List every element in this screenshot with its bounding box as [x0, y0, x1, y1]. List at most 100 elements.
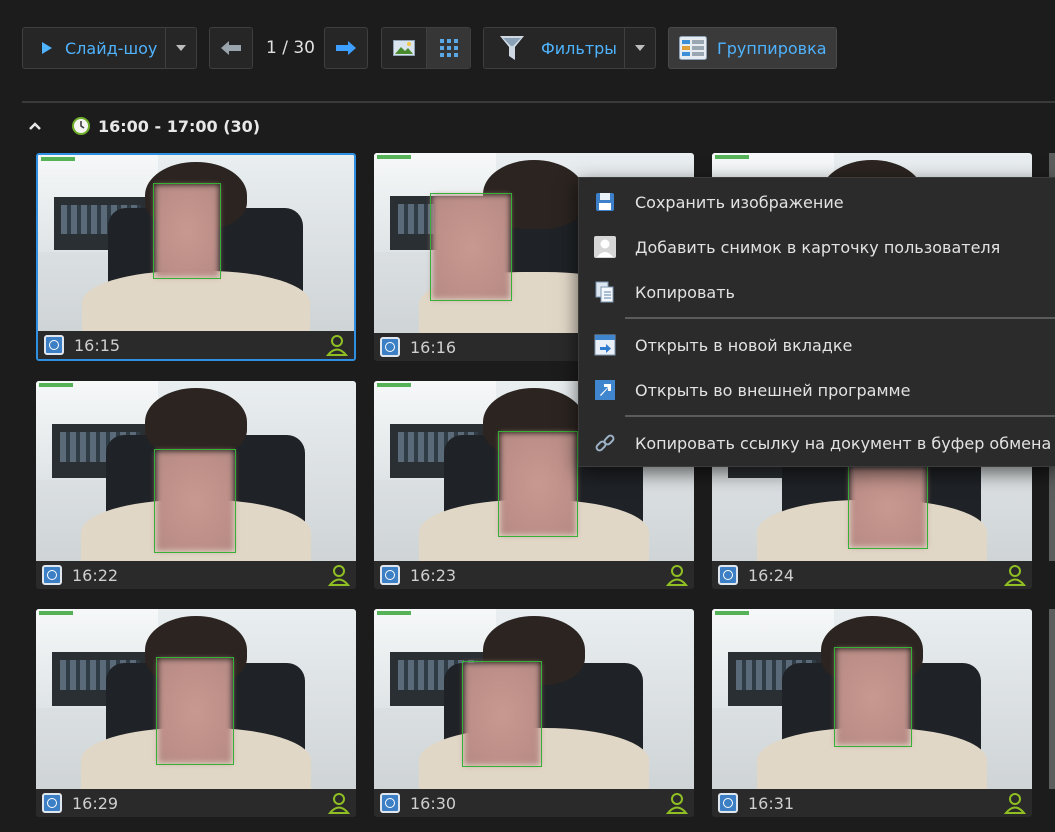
- face-detection-box: [154, 449, 236, 553]
- group-label: 16:00 - 17:00 (30): [98, 116, 261, 136]
- clock-icon: [718, 793, 738, 813]
- chevron-down-icon: [176, 45, 186, 51]
- face-detection-box: [156, 657, 234, 765]
- thumbnail-time: 16:24: [748, 565, 795, 585]
- next-button[interactable]: [324, 27, 368, 69]
- user-card-icon: [593, 235, 617, 259]
- thumbnail-time: 16:31: [748, 793, 795, 813]
- single-view-button[interactable]: [382, 28, 426, 68]
- clock-icon: [380, 565, 400, 585]
- snapshot-image: [374, 609, 694, 789]
- thumbnail-card[interactable]: 16:15: [36, 153, 356, 361]
- thumbnail-footer: 16:29: [36, 789, 356, 817]
- user-icon: [328, 565, 350, 586]
- page-counter: 1 / 30: [266, 38, 315, 58]
- menu-item-label: Сохранить изображение: [635, 192, 844, 212]
- chevron-up-icon: [29, 122, 41, 130]
- group-header[interactable]: 16:00 - 17:00 (30): [28, 112, 260, 140]
- slideshow-dropdown-button[interactable]: [166, 28, 196, 68]
- grouping-button[interactable]: Группировка: [668, 27, 837, 69]
- user-icon: [666, 565, 688, 586]
- thumbnail-card[interactable]: 16:30: [374, 609, 694, 817]
- thumbnail-card-partial[interactable]: [1049, 609, 1055, 789]
- menu-item-save-image[interactable]: Сохранить изображение: [579, 183, 1055, 221]
- face-detection-box: [153, 183, 221, 279]
- menu-item-add-to-user-card[interactable]: Добавить снимок в карточку пользователя: [579, 228, 1055, 266]
- toolbar: Слайд-шоу 1 / 30 Фильтры Группировка: [0, 0, 1055, 100]
- thumbnail-card[interactable]: 16:31: [712, 609, 1032, 817]
- thumbnail-footer: 16:15: [38, 331, 354, 359]
- user-icon: [326, 335, 348, 356]
- menu-item-label: Копировать: [635, 282, 735, 302]
- menu-item-label: Открыть во внешней программе: [635, 380, 911, 400]
- clock-icon: [718, 565, 738, 585]
- arrow-left-icon: [221, 41, 241, 55]
- snapshot-image: [36, 609, 356, 789]
- context-menu: Сохранить изображение Добавить снимок в …: [578, 177, 1055, 467]
- face-detection-box: [430, 193, 512, 301]
- save-icon: [593, 190, 617, 214]
- link-icon: [593, 431, 617, 455]
- menu-separator: [625, 415, 1055, 417]
- snapshot-image: [38, 155, 354, 331]
- thumbnail-card[interactable]: 16:22: [36, 381, 356, 589]
- filters-split-button: Фильтры: [483, 27, 656, 69]
- thumbnail-time: 16:16: [410, 337, 457, 357]
- user-icon: [666, 793, 688, 814]
- image-icon: [393, 40, 415, 56]
- face-detection-box: [834, 647, 912, 747]
- thumbnail-footer: 16:31: [712, 789, 1032, 817]
- funnel-icon: [500, 36, 524, 60]
- arrow-right-icon: [336, 41, 356, 55]
- thumbnail-card[interactable]: 16:29: [36, 609, 356, 817]
- copy-icon: [593, 280, 617, 304]
- menu-item-copy[interactable]: Копировать: [579, 273, 1055, 311]
- filters-label: Фильтры: [541, 38, 617, 58]
- filters-button[interactable]: Фильтры: [484, 28, 624, 68]
- clock-icon: [44, 335, 64, 355]
- clock-icon: [42, 793, 62, 813]
- external-open-icon: [593, 378, 617, 402]
- grid-icon: [439, 39, 458, 57]
- user-icon: [328, 793, 350, 814]
- menu-separator: [625, 317, 1055, 319]
- face-detection-box: [462, 661, 542, 767]
- face-detection-box: [498, 431, 578, 537]
- toolbar-separator: [22, 101, 1055, 103]
- grid-view-button[interactable]: [427, 28, 470, 68]
- new-tab-icon: [593, 333, 617, 357]
- clock-icon: [72, 117, 90, 135]
- clock-icon: [380, 337, 400, 357]
- face-detection-box: [848, 465, 928, 549]
- play-icon: [42, 42, 52, 54]
- grouping-label: Группировка: [717, 38, 827, 58]
- menu-item-label: Добавить снимок в карточку пользователя: [635, 237, 1001, 257]
- thumbnail-time: 16:30: [410, 793, 457, 813]
- thumbnail-footer: 16:24: [712, 561, 1032, 589]
- snapshot-image: [36, 381, 356, 561]
- prev-button[interactable]: [209, 27, 253, 69]
- clock-icon: [42, 565, 62, 585]
- filters-dropdown-button[interactable]: [625, 28, 655, 68]
- menu-item-open-new-tab[interactable]: Открыть в новой вкладке: [579, 326, 1055, 364]
- thumbnail-time: 16:29: [72, 793, 119, 813]
- thumbnail-time: 16:22: [72, 565, 119, 585]
- slideshow-button[interactable]: Слайд-шоу: [23, 28, 165, 68]
- clock-icon: [380, 793, 400, 813]
- slideshow-split-button: Слайд-шоу: [22, 27, 197, 69]
- grouping-icon: [679, 36, 707, 60]
- user-icon: [1004, 565, 1026, 586]
- thumbnail-footer: 16:30: [374, 789, 694, 817]
- menu-item-copy-link[interactable]: Копировать ссылку на документ в буфер об…: [579, 424, 1055, 462]
- slideshow-label: Слайд-шоу: [65, 38, 158, 58]
- menu-item-label: Копировать ссылку на документ в буфер об…: [635, 433, 1052, 453]
- user-icon: [1004, 793, 1026, 814]
- menu-item-open-external[interactable]: Открыть во внешней программе: [579, 371, 1055, 409]
- menu-item-label: Открыть в новой вкладке: [635, 335, 853, 355]
- chevron-down-icon: [635, 45, 645, 51]
- thumbnail-footer: 16:23: [374, 561, 694, 589]
- snapshot-image: [712, 609, 1032, 789]
- thumbnail-time: 16:15: [74, 335, 121, 355]
- thumbnail-time: 16:23: [410, 565, 457, 585]
- thumbnail-footer: 16:22: [36, 561, 356, 589]
